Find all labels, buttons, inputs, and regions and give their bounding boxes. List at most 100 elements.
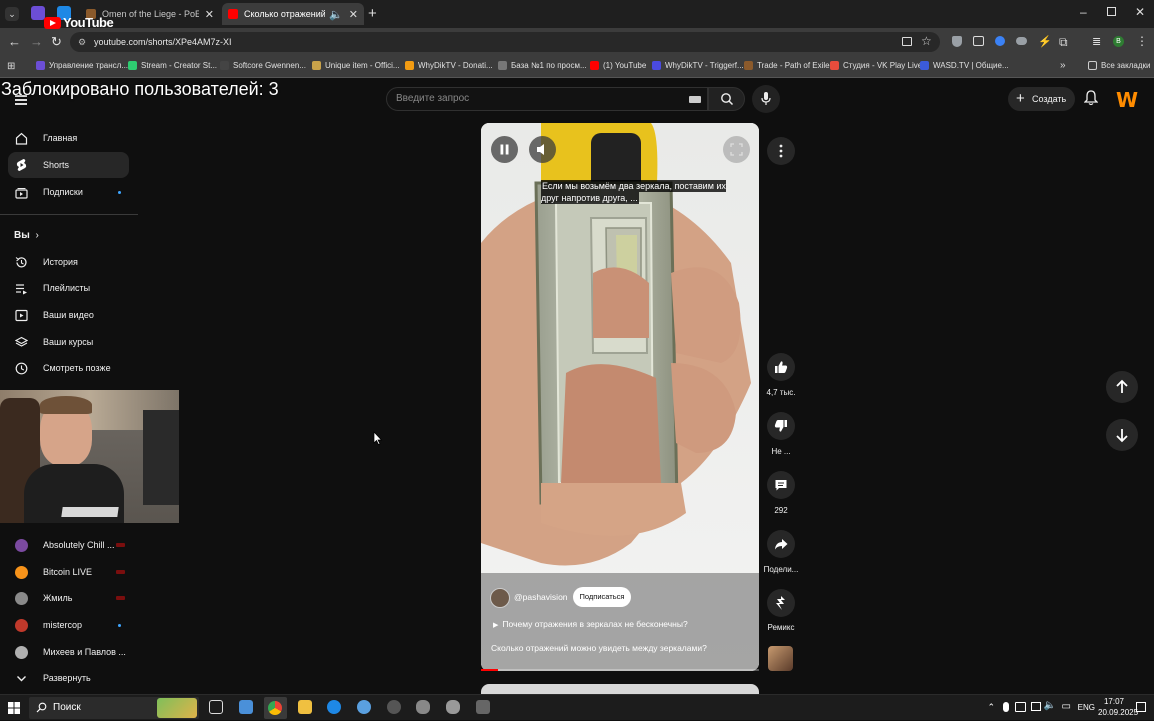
app-icon-1[interactable] (416, 700, 430, 714)
bookmark-star-icon[interactable]: ☆ (921, 34, 932, 48)
site-info-icon[interactable]: ⚙ (78, 32, 86, 52)
channel-avatar[interactable] (490, 588, 510, 608)
reload-button[interactable]: ↻ (51, 35, 62, 49)
profile-avatar[interactable]: B (1113, 36, 1124, 47)
sidebar-item-shorts[interactable]: Shorts (8, 152, 129, 178)
clock[interactable]: 17:07 20.09.2025 (1098, 697, 1138, 717)
minimize-button[interactable]: – (1080, 5, 1087, 19)
subscription-item[interactable]: Жмиль (8, 585, 129, 611)
more-bookmarks-icon[interactable]: » (1060, 60, 1066, 71)
comments-button[interactable] (767, 471, 795, 499)
subscription-item[interactable]: mistercop (8, 612, 129, 638)
edge-app-icon[interactable] (327, 700, 341, 714)
sidebar-expand-button[interactable]: Развернуть (8, 665, 129, 691)
previous-short-button[interactable] (1106, 371, 1138, 403)
chrome-app-icon[interactable] (264, 697, 287, 719)
chevron-up-icon[interactable]: ⌃ (987, 702, 995, 713)
sidebar-item-watch-later[interactable]: Смотреть позже (8, 355, 129, 381)
taskbar-search-input[interactable]: Поиск (29, 697, 199, 719)
extension-icon[interactable] (973, 36, 984, 46)
sidebar-item-subscriptions[interactable]: Подписки (8, 179, 129, 205)
create-button[interactable]: Создать (1008, 87, 1075, 111)
browser-menu-icon[interactable]: ⋮ (1136, 34, 1148, 48)
notifications-center-icon[interactable] (1136, 702, 1146, 712)
forward-button[interactable]: → (30, 35, 43, 49)
close-window-button[interactable]: ✕ (1135, 5, 1145, 19)
task-view-icon[interactable] (209, 700, 223, 714)
close-icon[interactable]: ✕ (349, 8, 358, 21)
extensions-puzzle-icon[interactable]: ⧉ (1059, 35, 1068, 50)
tray-app-icon[interactable] (1015, 702, 1026, 712)
tray-extra-icon[interactable]: ▭ (1062, 701, 1071, 712)
dislike-button[interactable] (767, 412, 795, 440)
bookmark-item[interactable]: WASD.TV | Общие... (920, 61, 1009, 70)
channel-name[interactable]: @pashavision (514, 592, 568, 602)
pause-button[interactable] (491, 136, 518, 163)
microphone-tray-icon[interactable] (1003, 702, 1009, 712)
share-button[interactable] (767, 530, 795, 558)
sidebar-item-home[interactable]: Главная (8, 125, 129, 151)
obs-app-icon[interactable] (387, 700, 401, 714)
like-button[interactable] (767, 353, 795, 381)
all-bookmarks-button[interactable]: Все закладки (1088, 61, 1150, 70)
tab-youtube-short[interactable]: Сколько отражений можно 🔈 ✕ (222, 3, 364, 25)
back-button[interactable]: ← (8, 35, 21, 49)
sidebar-item-your-videos[interactable]: Ваши видео (8, 302, 129, 328)
shield-extension-icon[interactable] (952, 36, 962, 47)
speaker-icon[interactable]: 🔈 (1044, 700, 1056, 711)
url-field[interactable]: ⚙ youtube.com/shorts/XPe4AM7z-XI (70, 32, 940, 52)
subscription-item[interactable]: Absolutely Chill ... (8, 532, 129, 558)
extension-cloud-icon[interactable] (1016, 37, 1027, 45)
volume-button[interactable] (529, 136, 556, 163)
video-progress-bar[interactable] (481, 669, 759, 671)
install-app-icon[interactable] (902, 37, 912, 46)
reading-list-icon[interactable]: ≣ (1092, 35, 1101, 48)
app-icon-2[interactable] (446, 700, 460, 714)
pinned-tab-1[interactable] (31, 6, 45, 20)
bookmark-item[interactable]: Stream - Creator St... (128, 61, 217, 70)
telegram-app-icon[interactable] (357, 700, 371, 714)
apps-grid-icon[interactable]: ⊞ (7, 61, 15, 72)
search-button[interactable] (708, 87, 745, 111)
bookmark-item[interactable]: WhyDikTV - Triggerf... (652, 61, 744, 70)
subscribe-button[interactable]: Подписаться (573, 587, 631, 607)
language-indicator[interactable]: ENG (1078, 703, 1095, 712)
bookmark-item[interactable]: Softcore Gwennen... (220, 61, 306, 70)
keyboard-icon[interactable] (689, 96, 701, 103)
bookmark-item[interactable]: WhyDikTV - Donati... (405, 61, 493, 70)
voice-search-button[interactable] (752, 85, 780, 113)
maximize-button[interactable] (1107, 7, 1116, 16)
related-video-link[interactable]: ▶ Почему отражения в зеркалах не бесконеч… (493, 619, 688, 629)
subscription-item[interactable]: Bitcoin LIVE (8, 559, 129, 585)
more-options-button[interactable] (767, 137, 795, 165)
network-icon[interactable] (1031, 702, 1041, 711)
sidebar-you-heading[interactable]: Вы › (14, 230, 39, 241)
sidebar-item-playlists[interactable]: Плейлисты (8, 275, 129, 301)
new-tab-button[interactable]: + (368, 5, 377, 22)
sound-thumbnail[interactable] (768, 646, 793, 671)
tab-search-button[interactable]: ⌄ (5, 7, 19, 21)
next-short-button[interactable] (1106, 419, 1138, 451)
bookmark-item[interactable]: Trade - Path of Exile (744, 61, 830, 70)
calculator-app-icon[interactable] (239, 700, 253, 714)
file-explorer-icon[interactable] (298, 700, 312, 714)
sidebar-item-history[interactable]: История (8, 249, 129, 275)
windows-start-icon[interactable] (8, 702, 20, 714)
bookmark-item[interactable]: Студия - VK Play Live (830, 61, 922, 70)
app-icon-3[interactable] (476, 700, 490, 714)
account-avatar[interactable]: W (1116, 88, 1138, 112)
youtube-logo[interactable]: YouTube (44, 15, 114, 30)
notifications-button[interactable] (1084, 90, 1098, 106)
bookmark-item[interactable]: Unique item - Offici... (312, 61, 400, 70)
search-input[interactable]: Введите запрос (386, 87, 708, 111)
bookmark-item[interactable]: (1) YouTube (590, 61, 646, 70)
sidebar-item-courses[interactable]: Ваши курсы (8, 329, 129, 355)
bookmark-item[interactable]: Управление трансл... (36, 61, 128, 70)
extension-blue-icon[interactable] (995, 36, 1005, 46)
extension-green-icon[interactable]: ⚡ (1038, 35, 1052, 48)
close-icon[interactable]: ✕ (205, 8, 214, 21)
fullscreen-button[interactable] (723, 136, 750, 163)
bookmark-item[interactable]: База №1 по просм... (498, 61, 587, 70)
subscription-item[interactable]: Михеев и Павлов ... (8, 639, 129, 665)
remix-button[interactable] (767, 589, 795, 617)
